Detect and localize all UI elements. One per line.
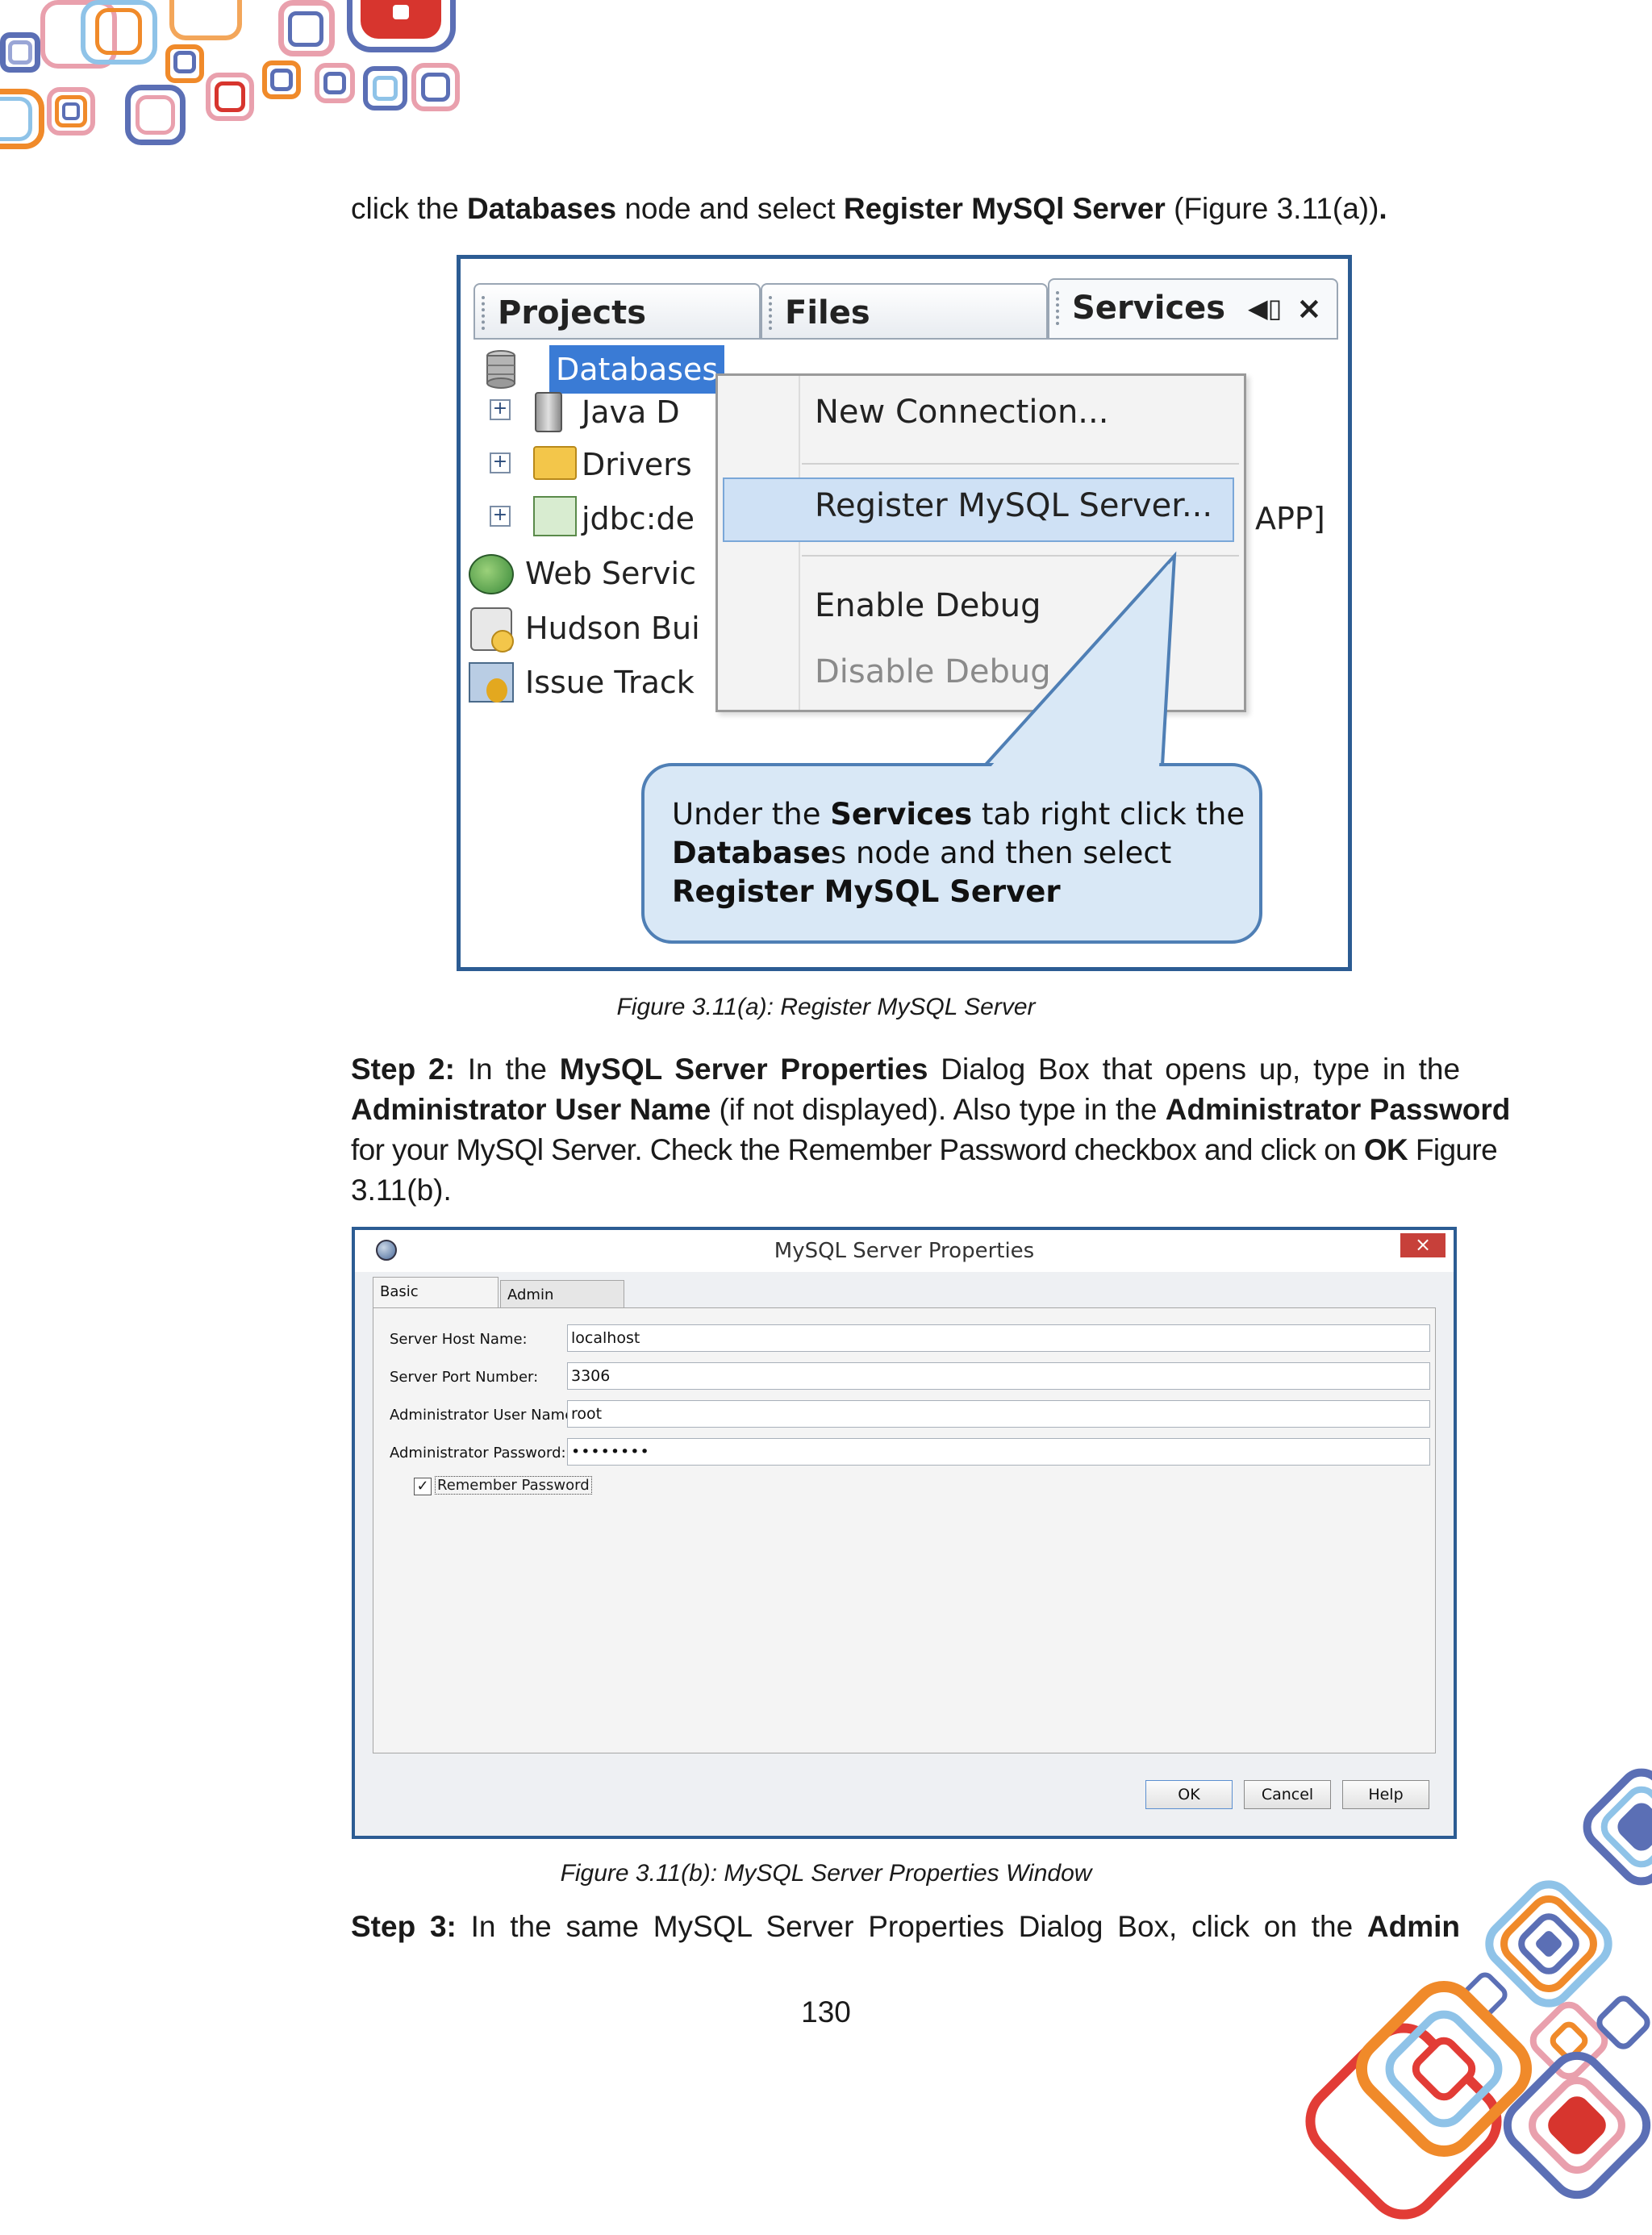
intro-text: click the	[351, 192, 467, 225]
remember-password-label: Remember Password	[435, 1476, 592, 1495]
server-port-number-label: Server Port Number:	[390, 1369, 539, 1386]
mysql-server-properties-dialog: MySQL Server Properties × Basic Properti…	[352, 1227, 1457, 1839]
figure-a-caption: Figure 3.11(a): Register MySQL Server	[616, 994, 1036, 1020]
admin-user-name-label: Administrator User Name:	[390, 1407, 579, 1424]
server-host-name-field[interactable]: localhost	[567, 1324, 1430, 1352]
server-host-name-label: Server Host Name:	[390, 1331, 528, 1348]
intro-line: click the Databases node and select Regi…	[351, 189, 1387, 229]
cancel-button[interactable]: Cancel	[1244, 1780, 1331, 1809]
step-2-paragraph: Step 2: In the MySQL Server Properties D…	[351, 1049, 1511, 1211]
ok-button-label: OK	[1178, 1786, 1200, 1803]
close-button[interactable]: ×	[1400, 1233, 1446, 1257]
close-icon: ×	[1414, 1233, 1432, 1256]
help-button[interactable]: Help	[1342, 1780, 1429, 1809]
step-2-line: Administrator User Name (if not displaye…	[351, 1093, 1511, 1126]
admin-user-name-field[interactable]: root	[567, 1400, 1430, 1428]
app-icon	[376, 1240, 397, 1261]
help-button-label: Help	[1368, 1786, 1404, 1803]
tab-basic-properties[interactable]: Basic Properties	[373, 1277, 499, 1329]
admin-password-label: Administrator Password:	[390, 1445, 566, 1462]
basic-properties-panel: Server Host Name: localhost Server Port …	[373, 1307, 1436, 1753]
server-port-number-field[interactable]: 3306	[567, 1362, 1430, 1390]
remember-password-checkbox[interactable]: ✓	[414, 1478, 432, 1495]
intro-bold-register: Register MySQl Server	[843, 192, 1166, 225]
intro-period: .	[1379, 192, 1387, 225]
ok-button[interactable]: OK	[1145, 1780, 1233, 1809]
step-3-line: Step 3: In the same MySQL Server Propert…	[351, 1910, 1461, 1943]
step-2-line: Step 2: In the MySQL Server Properties D…	[351, 1053, 1461, 1086]
figure-register-mysql: Projects Files Services ◀▯ × Databases +…	[457, 255, 1352, 971]
figure-b-caption: Figure 3.11(b): MySQL Server Properties …	[560, 1860, 1092, 1887]
intro-text: node and select	[616, 192, 844, 225]
tab-admin-properties[interactable]: Admin Properties	[500, 1280, 624, 1332]
callout-pointer-mask	[990, 564, 1169, 768]
step-2-line: for your MySQl Server. Check the Remembe…	[351, 1133, 1498, 1166]
step-2-line: 3.11(b).	[351, 1174, 452, 1207]
admin-password-field[interactable]: ••••••••	[567, 1438, 1430, 1466]
intro-bold-databases: Databases	[466, 192, 617, 225]
dialog-titlebar: MySQL Server Properties ×	[355, 1230, 1454, 1272]
dialog-title: MySQL Server Properties	[774, 1239, 1035, 1263]
page-number: 130	[801, 1995, 851, 2029]
intro-text: (Figure 3.11(a))	[1165, 192, 1379, 225]
cancel-button-label: Cancel	[1261, 1786, 1314, 1803]
